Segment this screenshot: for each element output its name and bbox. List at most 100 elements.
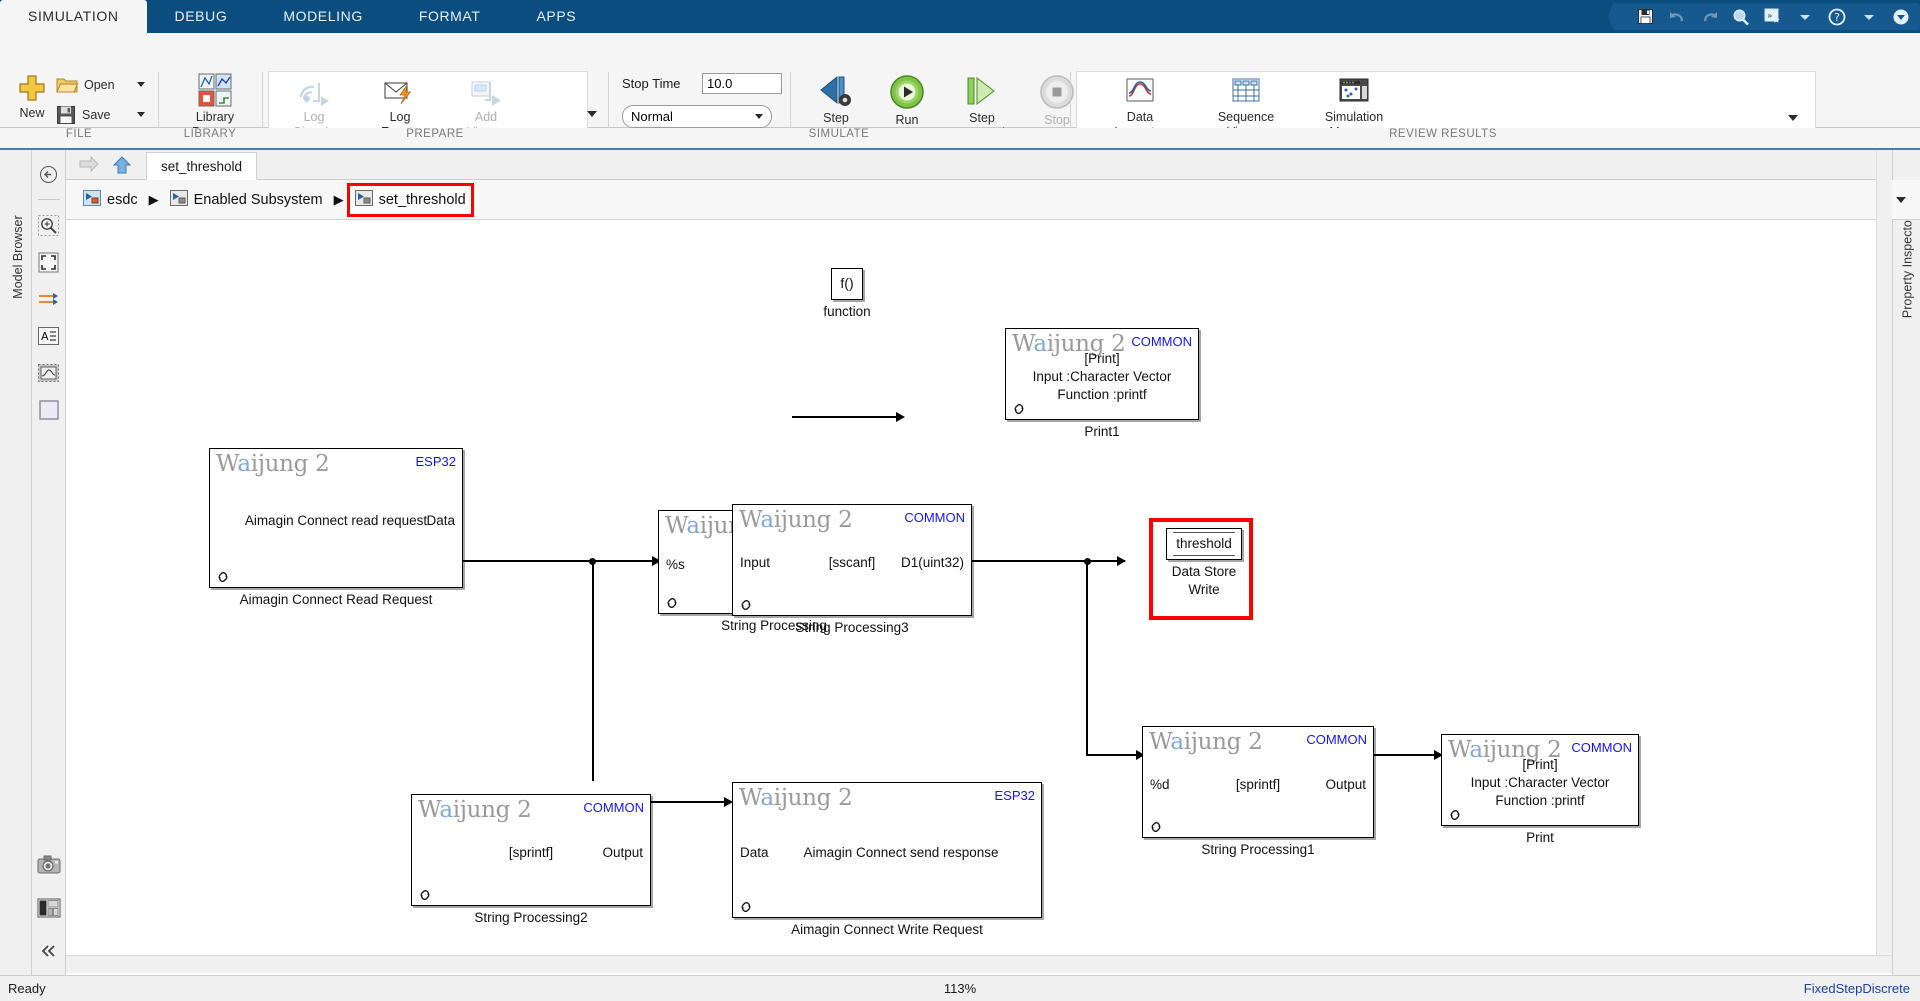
horizontal-scrollbar[interactable] — [66, 955, 1892, 973]
undo-icon[interactable] — [1666, 6, 1688, 28]
save-icon[interactable] — [1634, 6, 1656, 28]
block-string-processing3[interactable]: Waijung 2 COMMON Input [sscanf] D1(uint3… — [732, 504, 972, 616]
annotation-icon[interactable]: A — [37, 324, 61, 348]
function-block[interactable]: f() — [831, 268, 863, 300]
block-string-processing1[interactable]: Waijung 2 COMMON %d [sprintf] Output — [1142, 726, 1374, 838]
block-badge: COMMON — [1306, 732, 1367, 747]
snapshot-icon[interactable] — [37, 896, 61, 920]
block-output-port-label: Output — [602, 845, 643, 860]
breadcrumb-item-esdc[interactable]: esdc — [78, 186, 143, 214]
breadcrumb-label: Enabled Subsystem — [194, 192, 323, 208]
area-icon[interactable] — [37, 398, 61, 422]
block-output-port-label: Output — [1325, 777, 1366, 792]
camera-icon[interactable] — [37, 853, 61, 877]
link-icon — [1447, 807, 1463, 823]
tab-apps[interactable]: APPS — [508, 0, 604, 33]
canvas-tool-rail: A — [32, 150, 66, 975]
run-button[interactable]: Run — [876, 74, 938, 128]
model-browser-label: Model Browser — [11, 197, 25, 317]
group-label-prepare: PREPARE — [264, 128, 606, 140]
waijung-logo: Waijung 2 — [216, 451, 329, 477]
block-aimagin-connect-write-request[interactable]: Waijung 2 ESP32 Data Aimagin Connect sen… — [732, 782, 1042, 918]
breadcrumb-item-enabled-subsystem[interactable]: Enabled Subsystem — [165, 186, 328, 214]
link-icon — [417, 887, 433, 903]
block-print1[interactable]: Waijung 2 COMMON [Print] Input :Characte… — [1005, 328, 1199, 420]
save-label: Save — [82, 108, 111, 123]
help-caret-icon[interactable] — [1858, 6, 1880, 28]
block-line3: Function :printf — [1006, 387, 1198, 402]
link-icon — [738, 597, 754, 613]
wire-read-request-out — [463, 560, 593, 562]
block-line2: Input :Character Vector — [1442, 775, 1638, 790]
block-label-aimagin-connect-write-request: Aimagin Connect Write Request — [732, 922, 1042, 937]
open-button[interactable]: Open — [56, 75, 115, 95]
new-label: New — [19, 106, 44, 121]
status-solver[interactable]: FixedStepDiscrete — [1804, 981, 1910, 996]
link-icon — [1148, 819, 1164, 835]
block-string-processing2[interactable]: Waijung 2 COMMON [sprintf] Output — [411, 794, 651, 906]
block-badge: COMMON — [583, 800, 644, 815]
scope-icon[interactable] — [37, 361, 61, 385]
open-label: Open — [84, 78, 115, 93]
tab-simulation[interactable]: SIMULATION — [0, 0, 147, 33]
wire-arrow — [1117, 556, 1126, 566]
simulation-mode-value: Normal — [631, 109, 673, 124]
group-label-review-results: REVIEW RESULTS — [1072, 128, 1814, 140]
block-line1: [Print] — [1442, 757, 1638, 772]
tab-debug[interactable]: DEBUG — [147, 0, 256, 33]
help-icon[interactable]: ? — [1826, 6, 1848, 28]
search-icon[interactable] — [1730, 6, 1752, 28]
minimize-ribbon-icon[interactable] — [1890, 6, 1912, 28]
zoom-in-icon[interactable] — [37, 213, 61, 237]
block-data-store-write[interactable]: threshold — [1166, 528, 1242, 560]
forward-arrow-icon[interactable] — [78, 155, 100, 180]
breadcrumb-separator-icon: ▶ — [334, 192, 344, 208]
stop-time-input[interactable] — [702, 73, 782, 94]
open-caret-icon[interactable] — [137, 82, 145, 87]
collapse-icon[interactable] — [37, 939, 61, 963]
up-arrow-icon[interactable] — [112, 155, 132, 180]
ribbon-group-labels: FILE LIBRARY PREPARE SIMULATE REVIEW RES… — [0, 128, 1920, 150]
prepare-more-caret-icon[interactable] — [587, 111, 597, 117]
signal-routing-icon[interactable] — [37, 287, 61, 311]
save-caret-icon[interactable] — [137, 112, 145, 117]
link-icon — [215, 569, 231, 585]
status-zoom-level[interactable]: 113% — [944, 981, 976, 996]
block-line1: [Print] — [1006, 351, 1198, 366]
subsystem-icon — [355, 190, 373, 210]
model-tab-set-threshold[interactable]: set_threshold — [146, 152, 257, 180]
model-browser-panel[interactable]: Model Browser — [0, 150, 32, 975]
block-aimagin-connect-read-request[interactable]: Waijung 2 ESP32 Aimagin Connect read req… — [209, 448, 463, 588]
function-symbol: f() — [832, 275, 862, 291]
svg-text:?: ? — [1834, 11, 1840, 24]
block-print[interactable]: Waijung 2 COMMON [Print] Input :Characte… — [1441, 734, 1639, 826]
fit-to-view-icon[interactable] — [37, 250, 61, 274]
link-icon — [1011, 401, 1027, 417]
vertical-scrollbar[interactable] — [1876, 150, 1892, 955]
quick-access-caret-icon[interactable] — [1794, 6, 1816, 28]
quick-access-toolbar: » ? — [1608, 0, 1912, 33]
step-forward-label-line1: Step — [969, 111, 995, 126]
block-badge: COMMON — [1571, 740, 1632, 755]
waijung-logo: Waijung 2 — [418, 797, 531, 823]
property-inspector-panel[interactable]: Property Inspector — [1892, 150, 1920, 975]
tab-format[interactable]: FORMAT — [391, 0, 509, 33]
waijung-logo: Waijung 2 — [739, 785, 852, 811]
model-canvas[interactable]: f() function Waijung 2 COMMON %s [sprint… — [66, 220, 1892, 955]
breadcrumb-expand-icon[interactable] — [1896, 197, 1906, 203]
waijung-logo: Waijung 2 — [739, 507, 852, 533]
block-label-string-processing1: String Processing1 — [1142, 842, 1374, 857]
wire-arrow — [896, 412, 905, 422]
favorites-icon[interactable]: » — [1762, 6, 1784, 28]
tab-modeling[interactable]: MODELING — [255, 0, 390, 33]
breadcrumb-item-set-threshold[interactable]: set_threshold — [350, 186, 471, 214]
review-more-caret-icon[interactable] — [1788, 115, 1798, 121]
block-label-aimagin-connect-read-request: Aimagin Connect Read Request — [209, 592, 463, 607]
redo-icon[interactable] — [1698, 6, 1720, 28]
step-back-label-line1: Step — [823, 111, 849, 126]
new-button[interactable]: New — [8, 73, 56, 121]
simulation-mode-dropdown[interactable]: Normal — [622, 105, 772, 128]
wire-down-to-string-processing1 — [1086, 560, 1088, 756]
save-button[interactable]: Save — [56, 105, 111, 125]
back-to-parent-icon[interactable] — [37, 162, 61, 186]
